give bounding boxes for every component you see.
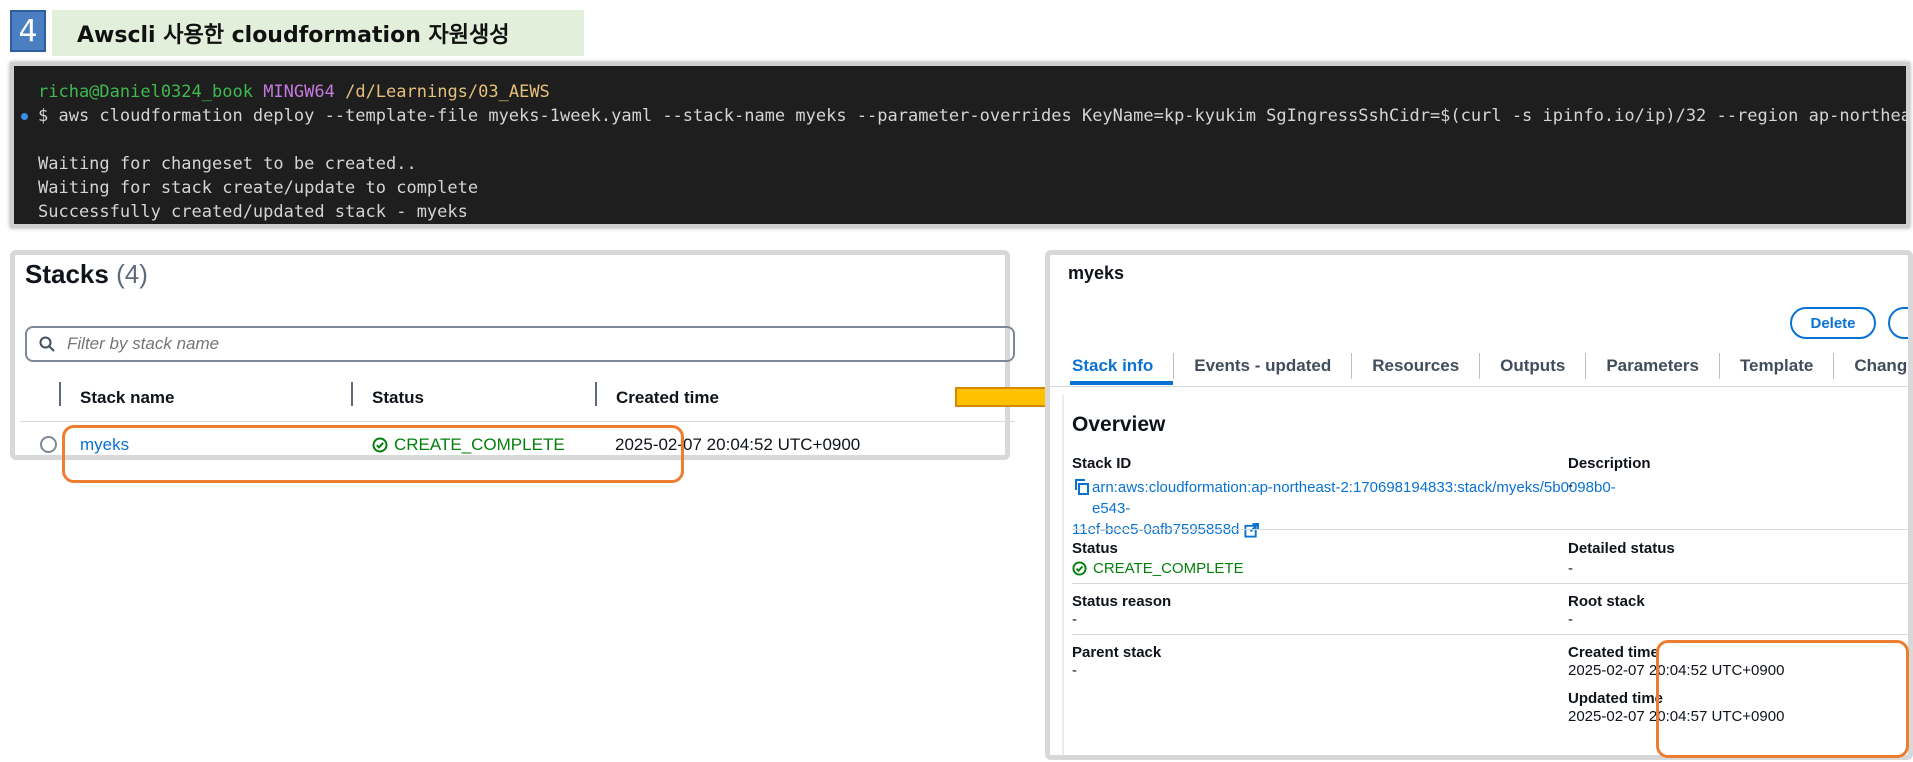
column-header-created-time[interactable]: Created time xyxy=(616,388,719,408)
stack-id-label: Stack ID xyxy=(1072,455,1132,472)
overview-divider xyxy=(1072,529,1908,530)
detailed-status-label: Detailed status xyxy=(1568,540,1675,557)
stack-id-value: arn:aws:cloudformation:ap-northeast-2:17… xyxy=(1072,477,1652,540)
column-divider[interactable] xyxy=(595,382,597,406)
more-actions-button[interactable] xyxy=(1888,307,1908,339)
description-value: - xyxy=(1568,477,1573,494)
stacks-title: Stacks (4) xyxy=(25,259,148,290)
command-marker-icon xyxy=(21,113,28,120)
updated-time-label: Updated time xyxy=(1568,690,1664,707)
status-reason-label: Status reason xyxy=(1072,593,1172,610)
terminal-prompt-line: richa@Daniel0324_book MINGW64 /d/Learnin… xyxy=(38,80,1906,104)
terminal-command-line: $ aws cloudformation deploy --template-f… xyxy=(21,104,1906,128)
stack-id-row-1: arn:aws:cloudformation:ap-northeast-2:17… xyxy=(1072,477,1652,519)
highlight-box-stack-row xyxy=(62,425,684,483)
tabs-underline xyxy=(1050,386,1908,387)
status-value: CREATE_COMPLETE xyxy=(1072,560,1244,577)
column-divider[interactable] xyxy=(351,382,353,406)
column-divider xyxy=(59,382,61,406)
step-number-badge: 4 xyxy=(10,10,46,52)
root-stack-value: - xyxy=(1568,611,1573,628)
terminal-output-line: Successfully created/updated stack - mye… xyxy=(38,202,468,222)
created-time-label: Created time xyxy=(1568,644,1659,661)
stack-detail-title: myeks xyxy=(1068,263,1125,283)
status-label: Status xyxy=(1072,540,1118,557)
tab-stack-info[interactable]: Stack info xyxy=(1070,351,1174,385)
root-stack-label: Root stack xyxy=(1568,593,1645,610)
delete-button[interactable]: Delete xyxy=(1790,307,1876,339)
check-circle-icon xyxy=(1072,561,1087,576)
tab-outputs[interactable]: Outputs xyxy=(1480,351,1585,385)
column-header-stack-name[interactable]: Stack name xyxy=(80,388,175,408)
step-title: Awscli 사용한 cloudformation 자원생성 xyxy=(52,10,584,56)
overview-divider xyxy=(1072,634,1908,635)
stack-id-link-part1[interactable]: arn:aws:cloudformation:ap-northeast-2:17… xyxy=(1092,479,1616,517)
highlight-box-times xyxy=(1656,640,1909,758)
terminal-window: richa@Daniel0324_book MINGW64 /d/Learnin… xyxy=(10,62,1910,228)
detail-tabs: Stack info Events - updated Resources Ou… xyxy=(1070,351,1908,387)
overview-divider xyxy=(1072,583,1908,584)
prompt-shell: MINGW64 xyxy=(263,82,335,102)
terminal-command: $ aws cloudformation deploy --template-f… xyxy=(38,106,1910,126)
terminal-output-line: Waiting for stack create/update to compl… xyxy=(38,178,479,198)
stacks-title-text: Stacks xyxy=(25,259,109,289)
parent-stack-value: - xyxy=(1072,662,1077,679)
overview-title: Overview xyxy=(1072,413,1166,436)
copy-icon[interactable] xyxy=(1074,479,1090,495)
tab-parameters[interactable]: Parameters xyxy=(1586,351,1719,385)
prompt-path: /d/Learnings/03_AEWS xyxy=(345,82,550,102)
prompt-user: richa@Daniel0324_book xyxy=(38,82,253,102)
tab-template[interactable]: Template xyxy=(1720,351,1833,385)
column-header-status[interactable]: Status xyxy=(372,388,424,408)
overview-container-edge xyxy=(1062,395,1064,755)
stacks-count: (4) xyxy=(116,259,148,289)
search-icon xyxy=(39,336,55,352)
parent-stack-label: Parent stack xyxy=(1072,644,1162,661)
external-link-icon[interactable] xyxy=(1244,522,1259,538)
stack-filter-input[interactable] xyxy=(65,333,969,355)
status-value-text: CREATE_COMPLETE xyxy=(1093,560,1244,577)
row-select-radio[interactable] xyxy=(40,436,57,453)
terminal-output-line: Waiting for changeset to be created.. xyxy=(38,154,417,174)
table-row-divider xyxy=(20,421,1015,422)
description-label: Description xyxy=(1568,455,1651,472)
tab-events[interactable]: Events - updated xyxy=(1174,351,1351,385)
tab-resources[interactable]: Resources xyxy=(1352,351,1479,385)
detailed-status-value: - xyxy=(1568,560,1573,577)
tab-change-sets[interactable]: Change s xyxy=(1834,351,1908,385)
status-reason-value: - xyxy=(1072,611,1077,628)
stack-filter-field[interactable] xyxy=(25,326,1015,362)
